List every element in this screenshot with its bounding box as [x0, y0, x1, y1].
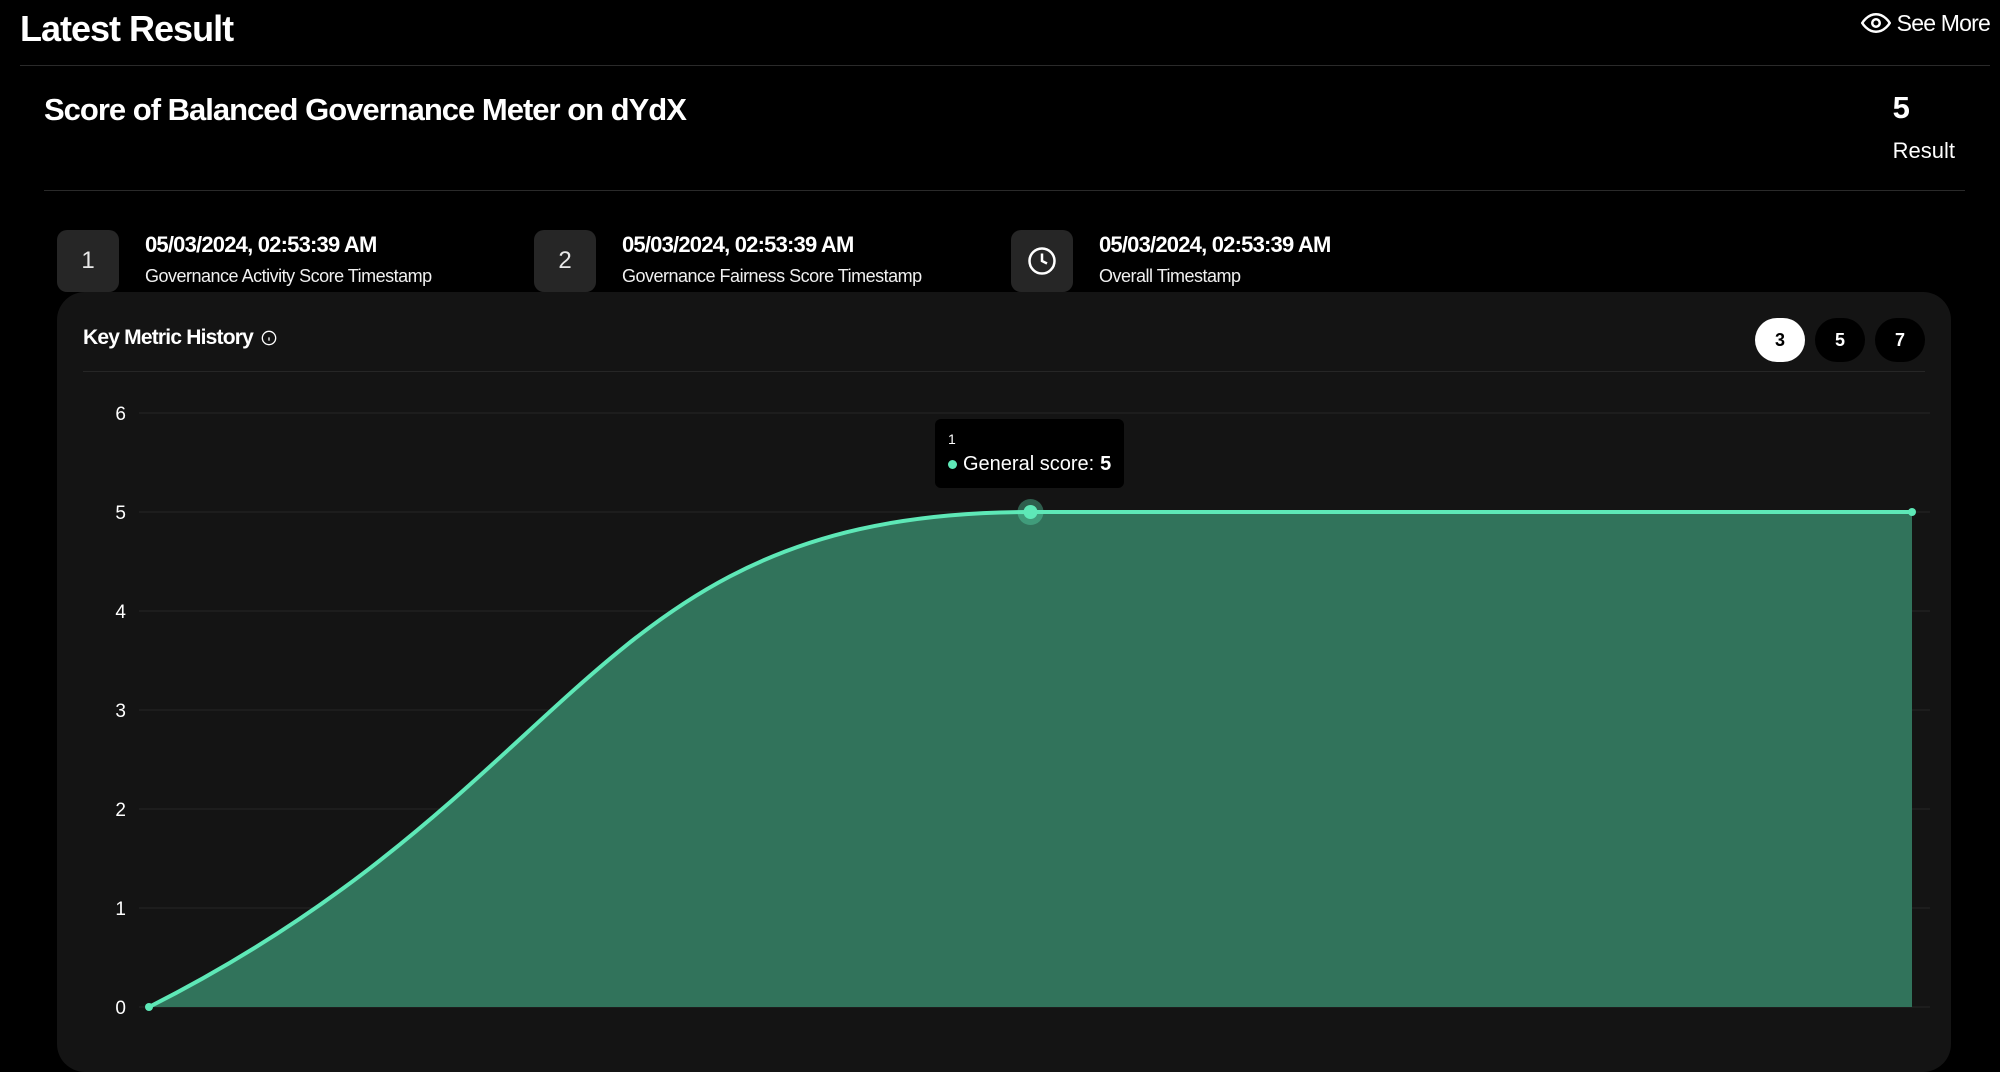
see-more-label: See More — [1896, 9, 1991, 36]
timestamp-label: Overall Timestamp — [1099, 266, 1241, 286]
meter-title: Score of Balanced Governance Meter on dY… — [44, 92, 687, 127]
timestamp-activity: 1 05/03/2024, 02:53:39 AM Governance Act… — [57, 230, 432, 292]
tooltip-title: 1 — [948, 431, 956, 447]
history-chart: 0 1 2 3 4 5 6 — [115, 404, 1930, 1019]
tooltip-value: 5 — [1100, 453, 1112, 475]
timestamp-value: 05/03/2024, 02:53:39 AM — [145, 232, 377, 257]
timestamp-badge: 2 — [534, 230, 596, 292]
area-fill — [149, 512, 1912, 1007]
y-tick-label: 0 — [115, 998, 126, 1019]
chart-tooltip: 1 General score: 5 — [935, 419, 1125, 488]
y-tick-label: 1 — [115, 899, 126, 920]
active-data-point — [1023, 505, 1038, 519]
see-more-link[interactable]: See More — [1860, 8, 1991, 38]
page-header-title: Latest Result — [20, 8, 234, 49]
timestamp-badge: 1 — [57, 230, 119, 292]
series-dot-icon — [948, 460, 957, 469]
y-tick-label: 4 — [115, 602, 126, 623]
key-metric-history-card: Key Metric History 3 5 7 0123456 1 Gener… — [57, 292, 1951, 1072]
timestamp-overall: 05/03/2024, 02:53:39 AM Overall Timestam… — [1011, 230, 1331, 292]
data-point — [145, 1003, 153, 1011]
timestamp-label: Governance Activity Score Timestamp — [145, 266, 432, 286]
y-tick-label: 5 — [115, 503, 126, 524]
timestamp-value: 05/03/2024, 02:53:39 AM — [1099, 232, 1331, 257]
tooltip-series-label: General score: — [963, 453, 1095, 475]
y-tick-label: 6 — [115, 404, 126, 425]
y-tick-label: 3 — [115, 701, 126, 722]
timestamp-label: Governance Fairness Score Timestamp — [622, 266, 922, 286]
clock-icon — [1028, 247, 1056, 275]
timestamp-badge — [1011, 230, 1073, 292]
y-tick-label: 2 — [115, 800, 126, 821]
data-point — [1908, 508, 1916, 516]
timestamp-fairness: 2 05/03/2024, 02:53:39 AM Governance Fai… — [534, 230, 922, 292]
divider — [44, 190, 1965, 191]
result-box: 5 Result — [1893, 90, 1955, 164]
timestamp-value: 05/03/2024, 02:53:39 AM — [622, 232, 854, 257]
divider — [20, 65, 1990, 66]
result-value: 5 — [1892, 90, 1910, 125]
result-label: Result — [1892, 138, 1955, 163]
eye-icon — [1860, 12, 1891, 34]
